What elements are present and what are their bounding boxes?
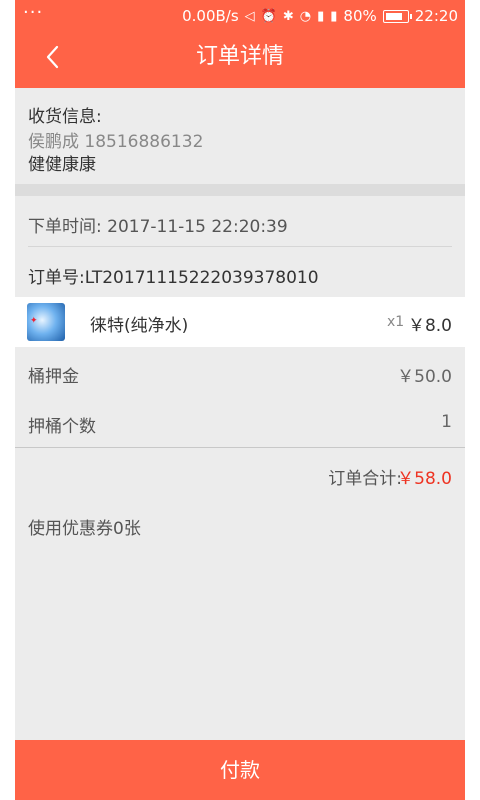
- deposit-value: ￥50.0: [397, 367, 452, 387]
- order-time: 下单时间: 2017-11-15 22:20:39: [28, 217, 288, 237]
- order-number: 订单号:LT20171115222039378010: [28, 268, 319, 288]
- product-price: ￥8.0: [407, 316, 452, 336]
- order-total-row: 订单合计: ￥58.0: [15, 458, 465, 490]
- address-label: 收货信息:: [28, 107, 102, 127]
- name-phone: 侯鹏成 18516886132: [28, 132, 204, 152]
- bucket-count-value: 1: [441, 412, 452, 432]
- nfc-icon: ◁: [244, 8, 255, 24]
- alarm-icon: ⏰: [260, 8, 277, 24]
- signal-2-icon: ▮: [330, 8, 338, 24]
- battery-icon: [382, 9, 412, 23]
- address-section: 收货信息: 侯鹏成 18516886132 健健康康: [15, 88, 465, 184]
- product-name: 徕特(纯净水): [90, 316, 189, 336]
- bucket-count-label: 押桶个数: [28, 417, 96, 437]
- status-dots: ···: [23, 2, 44, 23]
- coupon-label: 使用优惠券0张: [28, 519, 141, 539]
- deposit-label: 桶押金: [28, 367, 79, 387]
- battery-percent: 80%: [343, 7, 377, 25]
- page-title: 订单详情: [195, 44, 284, 69]
- product-row[interactable]: ✦ 徕特(纯净水) x1 ￥8.0: [15, 297, 465, 347]
- status-right: 0.00B/s ◁ ⏰ ✱ ◔ ▮ ▮ 80% 22:20: [182, 7, 458, 25]
- order-total-label: 订单合计:: [328, 469, 402, 489]
- status-bar: ··· 0.00B/s ◁ ⏰ ✱ ◔ ▮ ▮ 80% 22:20: [15, 0, 465, 32]
- bucket-count-row: 押桶个数 1: [15, 398, 465, 448]
- pay-button[interactable]: 付款: [15, 740, 465, 800]
- signal-icon: ▮: [317, 8, 325, 24]
- deposit-row: 桶押金 ￥50.0: [15, 348, 465, 398]
- order-info: 下单时间: 2017-11-15 22:20:39 订单号:LT20171115…: [15, 196, 465, 296]
- address-line: 健健康康: [28, 155, 96, 175]
- clock: 22:20: [414, 7, 458, 25]
- product-image: ✦: [27, 303, 65, 341]
- divider-band: [15, 184, 465, 196]
- top-bar: ··· 0.00B/s ◁ ⏰ ✱ ◔ ▮ ▮ 80% 22:20 订单详情: [15, 0, 465, 88]
- water-bottle-icon: ✦: [30, 316, 38, 326]
- app-frame: ··· 0.00B/s ◁ ⏰ ✱ ◔ ▮ ▮ 80% 22:20 订单详情 收…: [15, 0, 465, 800]
- network-speed: 0.00B/s: [182, 7, 239, 25]
- divider: [28, 246, 452, 247]
- order-total-value: ￥58.0: [397, 469, 452, 489]
- product-qty: x1: [387, 314, 405, 330]
- wifi-icon: ◔: [299, 8, 312, 24]
- coupon-row[interactable]: 使用优惠券0张: [15, 510, 465, 540]
- divider: [15, 447, 465, 448]
- bluetooth-icon: ✱: [282, 8, 294, 24]
